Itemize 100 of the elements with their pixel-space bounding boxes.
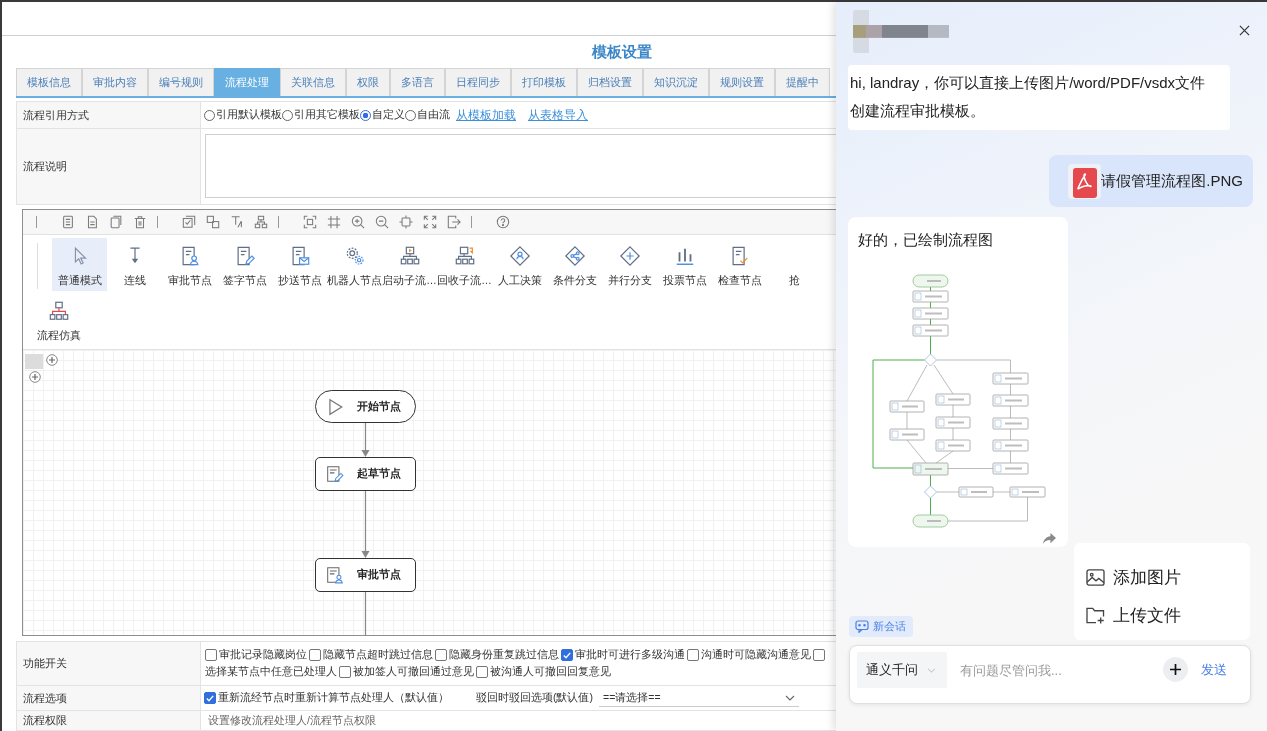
node-label: 审批节点 <box>357 568 401 582</box>
tab[interactable]: 知识沉淀 <box>643 68 709 96</box>
tab[interactable]: 日程同步 <box>445 68 511 96</box>
checkbox[interactable] <box>476 666 488 678</box>
radio-option[interactable]: 引用默认模板 <box>204 108 282 122</box>
checkbox-option[interactable]: 审批时可进行多级沟通 <box>561 648 685 662</box>
share-arrow-icon[interactable] <box>1042 532 1057 545</box>
checkbox-label: 选择某节点中任意已处理人 <box>205 665 337 679</box>
checkbox[interactable] <box>204 692 216 704</box>
checkbox-option[interactable]: 重新流经节点时重新计算节点处理人（默认值） <box>204 691 449 705</box>
palette-item[interactable]: 审批节点 <box>162 238 217 291</box>
description-field[interactable] <box>205 134 836 198</box>
checkbox-option[interactable]: 审批记录隐藏岗位 <box>205 648 307 662</box>
checkbox[interactable] <box>561 649 573 661</box>
checkbox-option[interactable]: 沟通时可隐藏沟通意见 <box>687 648 811 662</box>
send-button[interactable]: 发送 <box>1201 652 1227 688</box>
palette-item[interactable]: 机器人节点 <box>327 238 382 291</box>
checkbox-option[interactable]: 被沟通人可撤回回复意见 <box>476 665 611 679</box>
link[interactable]: 从模板加载 <box>456 106 516 124</box>
radio-option[interactable]: 自定义 <box>360 108 405 122</box>
text-icon[interactable] <box>230 215 244 229</box>
checkbox[interactable] <box>687 649 699 661</box>
frame-icon[interactable] <box>303 215 317 229</box>
crosshatch-icon[interactable] <box>327 215 341 229</box>
hierarchy-icon <box>47 300 70 322</box>
plus-circle-icon[interactable] <box>29 371 41 383</box>
page-title: 模板设置 <box>592 42 652 62</box>
palette-item[interactable]: 抄送节点 <box>272 238 327 291</box>
palette-item[interactable]: 人工决策 <box>492 238 547 291</box>
node-label: 起草节点 <box>357 467 401 481</box>
document-pen-icon <box>326 465 344 483</box>
close-icon[interactable] <box>1239 25 1250 36</box>
copy-icon[interactable] <box>85 215 99 229</box>
tab[interactable]: 打印模板 <box>511 68 577 96</box>
radio-option[interactable]: 引用其它模板 <box>282 108 360 122</box>
palette-item[interactable]: 抢 <box>767 238 822 291</box>
palette-item[interactable]: 流程仿真 <box>31 293 86 346</box>
field-label: 流程引用方式 <box>17 102 201 129</box>
checkbox[interactable] <box>435 649 447 661</box>
tab[interactable]: 审批内容 <box>82 68 148 96</box>
permission-text: 设置修改流程处理人/流程节点权限 <box>207 713 376 728</box>
radio-button[interactable] <box>360 109 371 121</box>
checkbox-option[interactable]: 被加签人可撤回通过意见 <box>339 665 474 679</box>
crosshair-square-icon[interactable] <box>399 215 413 229</box>
palette-item[interactable]: 并行分支 <box>602 238 657 291</box>
palette-item[interactable]: 普通模式 <box>52 238 107 291</box>
help-icon[interactable] <box>496 215 510 229</box>
select-label: 驳回时驳回选项(默认值) <box>476 691 593 705</box>
exit-icon[interactable] <box>447 215 461 229</box>
menu-item[interactable]: 上传文件 <box>1086 596 1250 634</box>
checkbox-option[interactable]: 隐藏身份重复跳过信息 <box>435 648 559 662</box>
checkbox[interactable] <box>205 649 217 661</box>
hierarchy-icon[interactable] <box>254 215 268 229</box>
model-select[interactable]: 通义千问 <box>857 652 947 688</box>
reject-option-select[interactable]: ==请选择== <box>599 689 799 707</box>
link[interactable]: 从表格导入 <box>528 106 588 124</box>
checkbox[interactable] <box>813 649 825 661</box>
hierarchy-play-icon <box>398 245 421 267</box>
diamond-person-icon <box>508 245 531 267</box>
palette-item[interactable]: 启动子流… <box>382 238 437 291</box>
tab[interactable]: 归档设置 <box>577 68 643 96</box>
overlap-squares-icon[interactable] <box>206 215 220 229</box>
message-input[interactable]: 有问题尽管问我... <box>960 652 1163 688</box>
pdf-file-icon <box>1068 163 1102 199</box>
palette-item[interactable]: 投票节点 <box>657 238 712 291</box>
checkbox-icon[interactable] <box>182 215 196 229</box>
hierarchy-arrow-icon <box>453 245 476 267</box>
trash-icon[interactable] <box>133 215 147 229</box>
fullscreen-icon[interactable] <box>423 215 437 229</box>
palette-item[interactable]: 连线 <box>107 238 162 291</box>
tab[interactable]: 模板信息 <box>16 68 82 96</box>
radio-button[interactable] <box>282 109 293 121</box>
checkmark-icon <box>563 651 571 659</box>
palette-item[interactable]: 签字节点 <box>217 238 272 291</box>
palette-item[interactable]: 检查节点 <box>712 238 767 291</box>
paste-icon[interactable] <box>109 215 123 229</box>
zoom-in-icon[interactable] <box>351 215 365 229</box>
palette-item[interactable]: 条件分支 <box>547 238 602 291</box>
checkbox[interactable] <box>309 649 321 661</box>
tab[interactable]: 提醒中 <box>775 68 830 96</box>
attach-button[interactable] <box>1163 657 1188 682</box>
tab[interactable]: 权限 <box>346 68 390 96</box>
menu-item[interactable]: 添加图片 <box>1086 558 1250 596</box>
tab[interactable]: 编号规则 <box>148 68 214 96</box>
tab[interactable]: 规则设置 <box>709 68 775 96</box>
palette-item[interactable]: 回收子流… <box>437 238 492 291</box>
tab[interactable]: 多语言 <box>390 68 445 96</box>
checkbox-option[interactable]: 隐藏节点超时跳过信息 <box>309 648 433 662</box>
image-icon <box>1086 568 1105 586</box>
message-composer[interactable]: 通义千问 有问题尽管问我... 发送 <box>849 645 1251 704</box>
document-icon[interactable] <box>61 215 75 229</box>
zoom-out-icon[interactable] <box>375 215 389 229</box>
radio-button[interactable] <box>204 109 215 121</box>
tab[interactable]: 关联信息 <box>280 68 346 96</box>
plus-circle-icon[interactable] <box>46 354 58 366</box>
radio-option[interactable]: 自由流 <box>405 108 450 122</box>
checkbox[interactable] <box>339 666 351 678</box>
radio-button[interactable] <box>405 109 416 121</box>
message-text: 好的，已绘制流程图 <box>858 230 994 250</box>
node-label: 开始节点 <box>357 399 401 414</box>
